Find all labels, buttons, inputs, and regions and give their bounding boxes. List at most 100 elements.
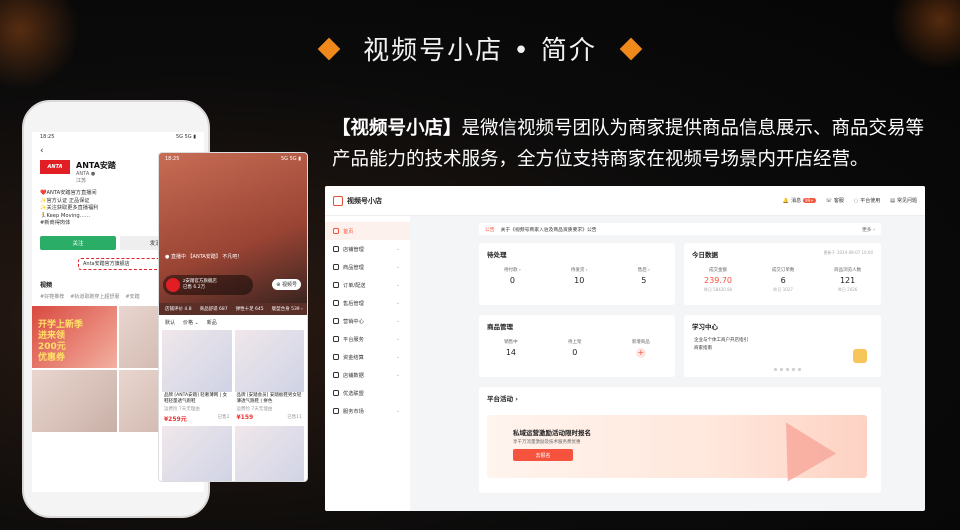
metric-value: 14 <box>505 348 516 357</box>
profile-region: 江苏 <box>76 178 87 184</box>
metric-aftersale[interactable]: 售后 › 5 <box>638 267 650 285</box>
live-screen: 18:25 5G 5G ▮ ● 直播中 【ANTA安踏】 不凡吧！ z安踏官方旗… <box>158 152 308 482</box>
admin-app-name: 视频号小店 <box>347 196 382 205</box>
follow-button[interactable]: 关注 <box>40 235 116 250</box>
card-title: 商品管理 <box>487 323 513 331</box>
faq-button[interactable]: ▤ 常见问题 <box>890 197 917 205</box>
sidebar-item-label: 店铺数据 <box>343 372 364 379</box>
stat: 店铺评价 4.8 <box>165 307 192 312</box>
filter-price[interactable]: 价格 ⌄ <box>183 319 199 326</box>
live-follow-button[interactable]: ⊕ 视频号 <box>272 279 301 290</box>
chevron-down-icon: ⌄ <box>395 282 400 288</box>
chevron-down-icon: ⌄ <box>395 408 400 414</box>
sidebar-item-settlement[interactable]: 资金结算 ⌄ <box>325 348 410 366</box>
learn-line[interactable]: 企业与个体工商户开店指引 <box>684 337 881 345</box>
sidebar-item-goods[interactable]: 商品管理 ⌄ <box>325 258 410 276</box>
goods-metrics: 销售中 14 待上架 0 新增商品 + <box>479 337 675 358</box>
sidebar-item-shop[interactable]: 店铺管理 ⌄ <box>325 240 410 258</box>
plus-icon: + <box>635 348 646 358</box>
metric-to-ship[interactable]: 待发货 › 10 <box>571 267 588 285</box>
add-product-button[interactable]: 新增商品 + <box>632 339 650 358</box>
activity-card: 平台活动 › 私域运营激励活动限时报名 享千万流量激励及技术服务费优惠 去报名 <box>479 387 881 493</box>
anta-logo: ANTA <box>40 160 70 174</box>
tag[interactable]: #轨道取跑穿上超舒服 <box>70 293 119 300</box>
product-image <box>162 426 232 481</box>
metric-value: 6 <box>780 276 786 285</box>
sidebar-item-marketing[interactable]: 营销中心 ⌄ <box>325 312 410 330</box>
sidebar-item-label: 首页 <box>343 228 354 235</box>
sidebar-item-home[interactable]: 首页 <box>325 222 410 240</box>
message-badge: 99+ <box>803 198 816 203</box>
tag[interactable]: #安踏 <box>125 293 139 300</box>
comment-icon: ◌ <box>853 197 859 204</box>
activity-banner[interactable]: 私域运营激励活动限时报名 享千万流量激励及技术服务费优惠 去报名 <box>487 408 867 482</box>
carousel-dots[interactable] <box>774 368 801 371</box>
product-sold: 已售11 <box>287 415 302 420</box>
status-time: 18:25 <box>40 134 55 140</box>
intro-paragraph: 【视频号小店】是微信视频号团队为商家提供商品信息展示、商品交易等产品能力的技术服… <box>332 113 932 175</box>
metric-value: 10 <box>574 276 585 285</box>
stat[interactable]: 版型合身 539 › <box>272 306 303 312</box>
video-thumb-promo[interactable]: 开学上新季 进来领 200元 优惠券 <box>32 305 117 368</box>
product-card[interactable]: 品牌 [安踏会员] 安踏板鞋男女轻薄透气跑鞋 | 拼色 运费险 7天无理由 ¥1… <box>234 330 304 423</box>
metric-orders: 成交订单数 6 昨日 1027 <box>772 267 795 293</box>
product-image <box>234 426 304 481</box>
marketing-icon <box>333 318 339 324</box>
admin-logo[interactable]: 视频号小店 <box>333 195 382 206</box>
notice-bar[interactable]: 公告 关于《视频号商家入驻及商品资质要求》公告 更多 › <box>479 223 881 235</box>
promo-text: 开学上新季 进来领 200元 优惠券 <box>38 319 84 363</box>
shop-link[interactable]: Anta安踏官方旗舰店 <box>78 257 170 270</box>
sidebar-item-label: 资金结算 <box>343 354 364 361</box>
shop-icon <box>333 195 343 206</box>
anchor-pill[interactable]: z安踏官方旗舰店 已售 6.2万 <box>163 275 253 295</box>
platform-button[interactable]: ◌ 平台使用 <box>853 197 880 205</box>
card-title[interactable]: 平台活动 › <box>479 387 881 409</box>
sidebar-item-label: 店铺管理 <box>343 246 364 253</box>
sidebar-item-market[interactable]: 服务市场 ⌄ <box>325 402 410 420</box>
union-icon <box>333 390 339 396</box>
chevron-down-icon: ⌄ <box>395 354 400 360</box>
refund-icon <box>333 300 339 306</box>
metric-value: 5 <box>641 276 647 285</box>
support-button[interactable]: ☏ 客服 <box>826 197 844 205</box>
product-image <box>162 330 232 392</box>
product-card[interactable]: 品牌 [ANTA安踏] 轻奢薄网 | 女鞋轻量透气跑鞋 运费险 7天无理由 ¥2… <box>162 330 232 423</box>
metric-pending-listing[interactable]: 待上架 0 <box>568 339 582 358</box>
product-title: 品牌 [安踏会员] 安踏板鞋男女轻薄透气跑鞋 | 拼色 <box>236 393 302 404</box>
notice-more[interactable]: 更多 › <box>862 226 875 233</box>
sidebar-item-label: 订单/配送 <box>343 282 366 289</box>
signup-button[interactable]: 去报名 <box>513 449 573 461</box>
pending-card: 待处理 待付款 › 0 待发货 › 10 售后 › 5 <box>479 243 675 305</box>
stat: 商品舒适 687 <box>199 307 228 312</box>
sidebar-item-union[interactable]: 优选联盟 <box>325 384 410 402</box>
product-card[interactable] <box>162 426 232 481</box>
sidebar-item-orders[interactable]: 订单/配送 ⌄ <box>325 276 410 294</box>
card-title: 待处理 <box>487 251 507 259</box>
metric-on-sale[interactable]: 销售中 14 <box>504 339 518 358</box>
tag[interactable]: #好鞋推荐 <box>40 293 64 300</box>
sidebar-item-label: 服务市场 <box>343 408 364 415</box>
live-status-bar: 18:25 5G 5G ▮ <box>159 153 307 165</box>
metric-label: 待上架 <box>567 340 582 345</box>
shop-stats: 店铺评价 4.8 商品舒适 687 弹性十足 645 版型合身 539 › <box>159 303 307 315</box>
messages-button[interactable]: 🔔 消息 99+ <box>783 197 816 204</box>
metric-gmv: 成交金额 239.70 昨日 58420.80 <box>704 267 732 293</box>
filter-default[interactable]: 默认 <box>165 319 175 326</box>
video-thumb[interactable] <box>32 369 117 432</box>
sidebar-item-services[interactable]: 平台服务 ⌄ <box>325 330 410 348</box>
profile-name: ANTA安踏 <box>76 161 116 170</box>
megaphone-icon <box>761 408 837 482</box>
product-sold: 已售2 <box>217 415 230 420</box>
live-time: 18:25 <box>165 156 180 162</box>
banner-title: 私域运营激励活动限时报名 <box>513 429 591 437</box>
filter-new[interactable]: 新品 <box>207 319 217 326</box>
goods-card: 商品管理 销售中 14 待上架 0 新增商品 + <box>479 315 675 377</box>
order-icon <box>333 282 339 288</box>
sidebar-item-data[interactable]: 店铺数据 ⌄ <box>325 366 410 384</box>
sidebar-item-aftersale[interactable]: 售后管理 ⌄ <box>325 294 410 312</box>
slide-title-row: 视频号小店 • 简介 <box>0 30 960 67</box>
metric-unpaid[interactable]: 待付款 › 0 <box>504 267 521 285</box>
learn-line[interactable]: 商家指南 <box>684 345 881 353</box>
product-card[interactable] <box>234 426 304 481</box>
action-label: 客服 <box>833 198 844 204</box>
